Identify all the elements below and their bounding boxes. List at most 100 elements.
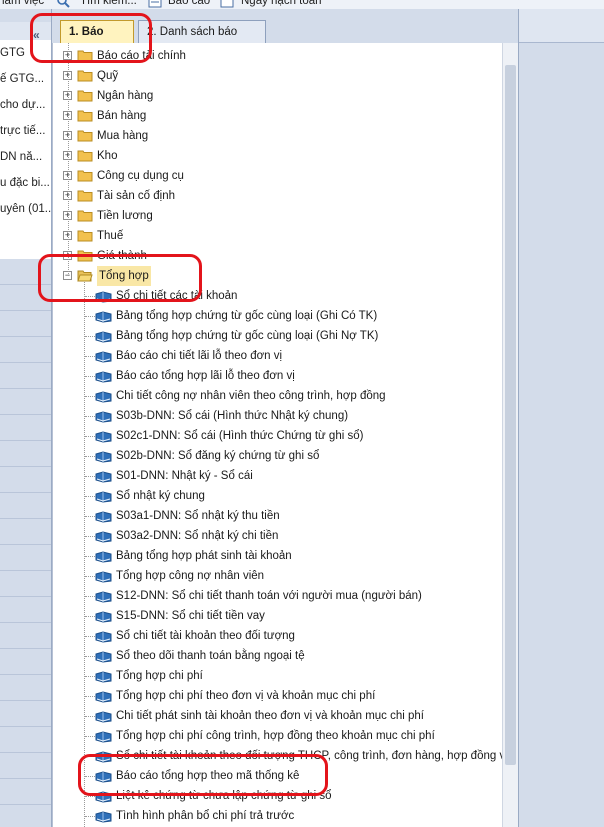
tree-report-item[interactable]: Chi tiết phát sinh tài khoản theo đơn vị… xyxy=(53,706,502,726)
left-list-item[interactable]: uyên (01... xyxy=(0,196,51,222)
tree-guide-line xyxy=(85,536,95,537)
tree-folder[interactable]: + Công cụ dụng cụ xyxy=(53,166,502,186)
report-book-icon xyxy=(95,730,112,743)
report-book-icon xyxy=(95,530,112,543)
report-tree: + Báo cáo tài chính + Quỹ + Ngân hàng + Bán hàn… xyxy=(52,43,502,827)
tree-folder[interactable]: + Kho xyxy=(53,146,502,166)
tree-report-item[interactable]: Bảng tổng hợp chứng từ gốc cùng loại (Gh… xyxy=(53,306,502,326)
tree-folder[interactable]: + Quỹ xyxy=(53,66,502,86)
report-icon[interactable] xyxy=(148,0,162,8)
highlight-marker xyxy=(30,13,152,63)
tree-folder[interactable]: + Bán hàng xyxy=(53,106,502,126)
toolbar-search-label[interactable]: Tìm kiếm... xyxy=(80,0,137,9)
tree-guide-line xyxy=(85,596,95,597)
folder-icon xyxy=(77,149,93,162)
report-book-icon xyxy=(95,370,112,383)
right-panel-header xyxy=(519,9,604,43)
tree-report-item[interactable]: Tình hình phân bổ chi phí trả trước xyxy=(53,806,502,826)
tree-report-item[interactable]: S03a2-DNN: Sổ nhật ký chi tiền xyxy=(53,526,502,546)
tree-node-label: Chi tiết công nợ nhân viên theo công trì… xyxy=(116,390,386,402)
tree-node-label: S03a1-DNN: Sổ nhật ký thu tiền xyxy=(116,510,280,522)
left-empty-row xyxy=(0,467,51,493)
tree-node-label: S02c1-DNN: Sổ cái (Hình thức Chứng từ gh… xyxy=(116,430,364,442)
report-book-icon xyxy=(95,630,112,643)
tree-guide-line xyxy=(85,676,95,677)
tree-node-label: Báo cáo tổng hợp lãi lỗ theo đơn vị xyxy=(116,370,295,382)
tree-node-label: S02b-DNN: Sổ đăng ký chứng từ ghi sổ xyxy=(116,450,320,462)
tree-report-item[interactable]: Bảng tổng hợp phát sinh tài khoản xyxy=(53,546,502,566)
tree-guide-line xyxy=(85,336,95,337)
tree-guide-line xyxy=(85,716,95,717)
left-empty-row xyxy=(0,727,51,753)
tree-report-item[interactable]: Bảng tổng hợp chứng từ gốc cùng loại (Gh… xyxy=(53,326,502,346)
tree-report-item[interactable]: S15-DNN: Sổ chi tiết tiền vay xyxy=(53,606,502,626)
tree-node-label: Thuế xyxy=(97,230,124,242)
report-book-icon xyxy=(95,450,112,463)
tree-scrollbar[interactable] xyxy=(502,43,518,827)
tree-report-item[interactable]: S03a1-DNN: Sổ nhật ký thu tiền xyxy=(53,506,502,526)
tree-guide-line xyxy=(85,736,95,737)
tree-report-item[interactable]: S12-DNN: Sổ chi tiết thanh toán với ngườ… xyxy=(53,586,502,606)
report-book-icon xyxy=(95,410,112,423)
left-empty-row xyxy=(0,805,51,827)
report-book-icon xyxy=(95,350,112,363)
tree-report-item[interactable]: Báo cáo tổng hợp lãi lỗ theo đơn vị xyxy=(53,366,502,386)
left-list-item[interactable]: ế GTG... xyxy=(0,66,51,92)
toolbar-workspace-label[interactable]: làm việc xyxy=(2,0,44,9)
tree-node-label: Tài sản cố định xyxy=(97,190,175,202)
report-book-icon xyxy=(95,650,112,663)
tree-node-label: Quỹ xyxy=(97,70,119,82)
tree-node-label: Bán hàng xyxy=(97,110,147,122)
tab-report-list[interactable]: 2. Danh sách báo cáo xyxy=(138,20,266,61)
search-icon[interactable] xyxy=(57,0,71,8)
folder-icon xyxy=(77,209,93,222)
tree-report-item[interactable]: S01-DNN: Nhật ký - Sổ cái xyxy=(53,466,502,486)
left-list-item[interactable]: trực tiế... xyxy=(0,118,51,144)
report-book-icon xyxy=(95,690,112,703)
tree-report-item[interactable]: Chi tiết công nợ nhân viên theo công trì… xyxy=(53,386,502,406)
tree-guide-line xyxy=(85,456,95,457)
tree-report-item[interactable]: Tổng hợp chi phí theo đơn vị và khoản mụ… xyxy=(53,686,502,706)
tree-folder[interactable]: + Thuế xyxy=(53,226,502,246)
tree-guide-line xyxy=(85,396,95,397)
tree-report-item[interactable]: S02b-DNN: Sổ đăng ký chứng từ ghi sổ xyxy=(53,446,502,466)
report-book-icon xyxy=(95,430,112,443)
tree-guide-line xyxy=(85,516,95,517)
left-empty-row xyxy=(0,623,51,649)
report-book-icon xyxy=(95,390,112,403)
tree-report-item[interactable]: Tổng hợp công nợ nhân viên xyxy=(53,566,502,586)
left-list-item[interactable]: cho dự... xyxy=(0,92,51,118)
toolbar-report-label[interactable]: Báo cáo xyxy=(168,0,210,9)
tree-report-item[interactable]: S02c1-DNN: Sổ cái (Hình thức Chứng từ gh… xyxy=(53,426,502,446)
left-list-item[interactable]: u đặc bi... xyxy=(0,170,51,196)
tree-folder[interactable]: + Mua hàng xyxy=(53,126,502,146)
tree-node-label: Tổng hợp chi phí xyxy=(116,670,203,682)
tree-guide-line xyxy=(85,436,95,437)
tree-node-label: Bảng tổng hợp phát sinh tài khoản xyxy=(116,550,292,562)
left-empty-row xyxy=(0,545,51,571)
tree-report-item[interactable]: Tổng hợp chi phí xyxy=(53,666,502,686)
left-empty-row xyxy=(0,441,51,467)
tree-folder[interactable]: + Tiền lương xyxy=(53,206,502,226)
tree-node-label: Chi tiết phát sinh tài khoản theo đơn vị… xyxy=(116,710,425,722)
report-book-icon xyxy=(95,610,112,623)
left-empty-row xyxy=(0,311,51,337)
report-book-icon xyxy=(95,330,112,343)
tree-report-item[interactable]: S03b-DNN: Sổ cái (Hình thức Nhật ký chun… xyxy=(53,406,502,426)
tree-report-item[interactable]: Sổ nhật ký chung xyxy=(53,486,502,506)
left-empty-row xyxy=(0,753,51,779)
calendar-icon[interactable] xyxy=(220,0,234,8)
tree-report-item[interactable]: Sổ theo dõi thanh toán bằng ngoại tệ xyxy=(53,646,502,666)
tree-node-label: Tổng hợp công nợ nhân viên xyxy=(116,570,265,582)
tree-folder[interactable]: + Tài sản cố định xyxy=(53,186,502,206)
left-list-item[interactable]: DN nă... xyxy=(0,144,51,170)
tree-report-item[interactable]: Sổ chi tiết tài khoản theo đối tượng xyxy=(53,626,502,646)
tree-report-item[interactable]: Báo cáo chi tiết lãi lỗ theo đơn vị xyxy=(53,346,502,366)
tree-folder[interactable]: + Ngân hàng xyxy=(53,86,502,106)
scrollbar-thumb[interactable] xyxy=(505,65,516,765)
left-empty-row xyxy=(0,389,51,415)
tree-report-item[interactable]: Tổng hợp chi phí công trình, hợp đồng th… xyxy=(53,726,502,746)
tree-node-label: Tổng hợp chi phí theo đơn vị và khoản mụ… xyxy=(116,690,376,702)
highlight-marker xyxy=(38,254,202,302)
toolbar-posting-date-label[interactable]: Ngày hạch toán xyxy=(241,0,322,9)
